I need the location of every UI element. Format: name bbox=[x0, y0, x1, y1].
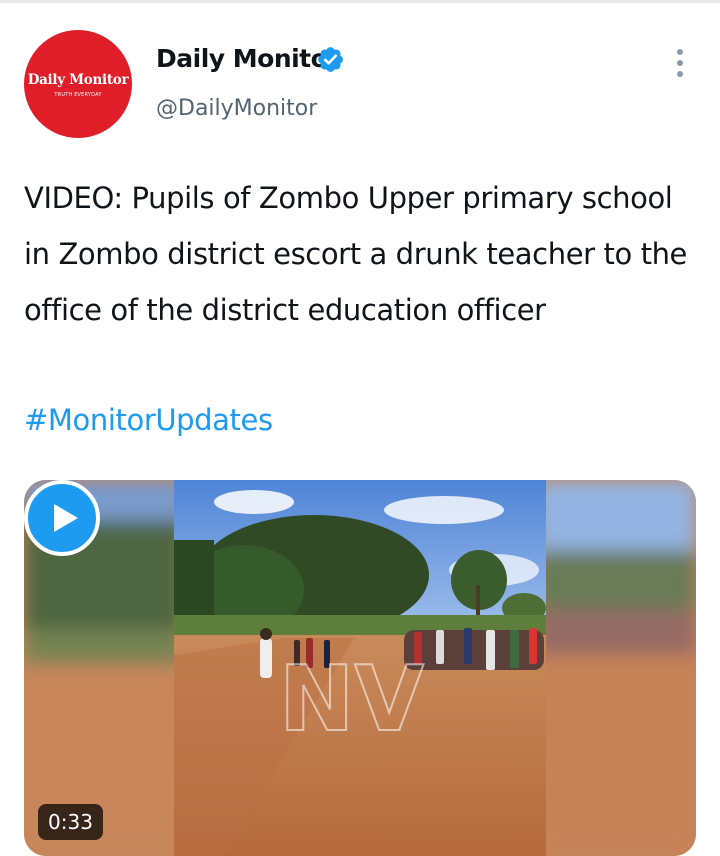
avatar-logo-text: Daily Monitor bbox=[27, 72, 129, 88]
top-divider bbox=[0, 0, 720, 3]
video-watermark: NV bbox=[279, 647, 424, 752]
tweet-text: VIDEO: Pupils of Zombo Upper primary sch… bbox=[24, 181, 687, 327]
video-player[interactable]: NV 0:33 bbox=[24, 480, 696, 856]
video-duration: 0:33 bbox=[38, 804, 103, 840]
verified-badge-icon bbox=[318, 47, 343, 72]
hashtag-link[interactable]: #MonitorUpdates bbox=[24, 392, 273, 448]
avatar-tagline: TRUTH EVERYDAY bbox=[54, 92, 102, 98]
account-handle[interactable]: @DailyMonitor bbox=[156, 96, 317, 121]
more-options-icon[interactable] bbox=[670, 48, 690, 78]
avatar[interactable]: Daily Monitor TRUTH EVERYDAY bbox=[24, 30, 132, 138]
play-icon[interactable] bbox=[24, 480, 100, 556]
display-name[interactable]: Daily Monitor bbox=[156, 44, 340, 73]
video-thumbnail: NV bbox=[24, 480, 696, 856]
